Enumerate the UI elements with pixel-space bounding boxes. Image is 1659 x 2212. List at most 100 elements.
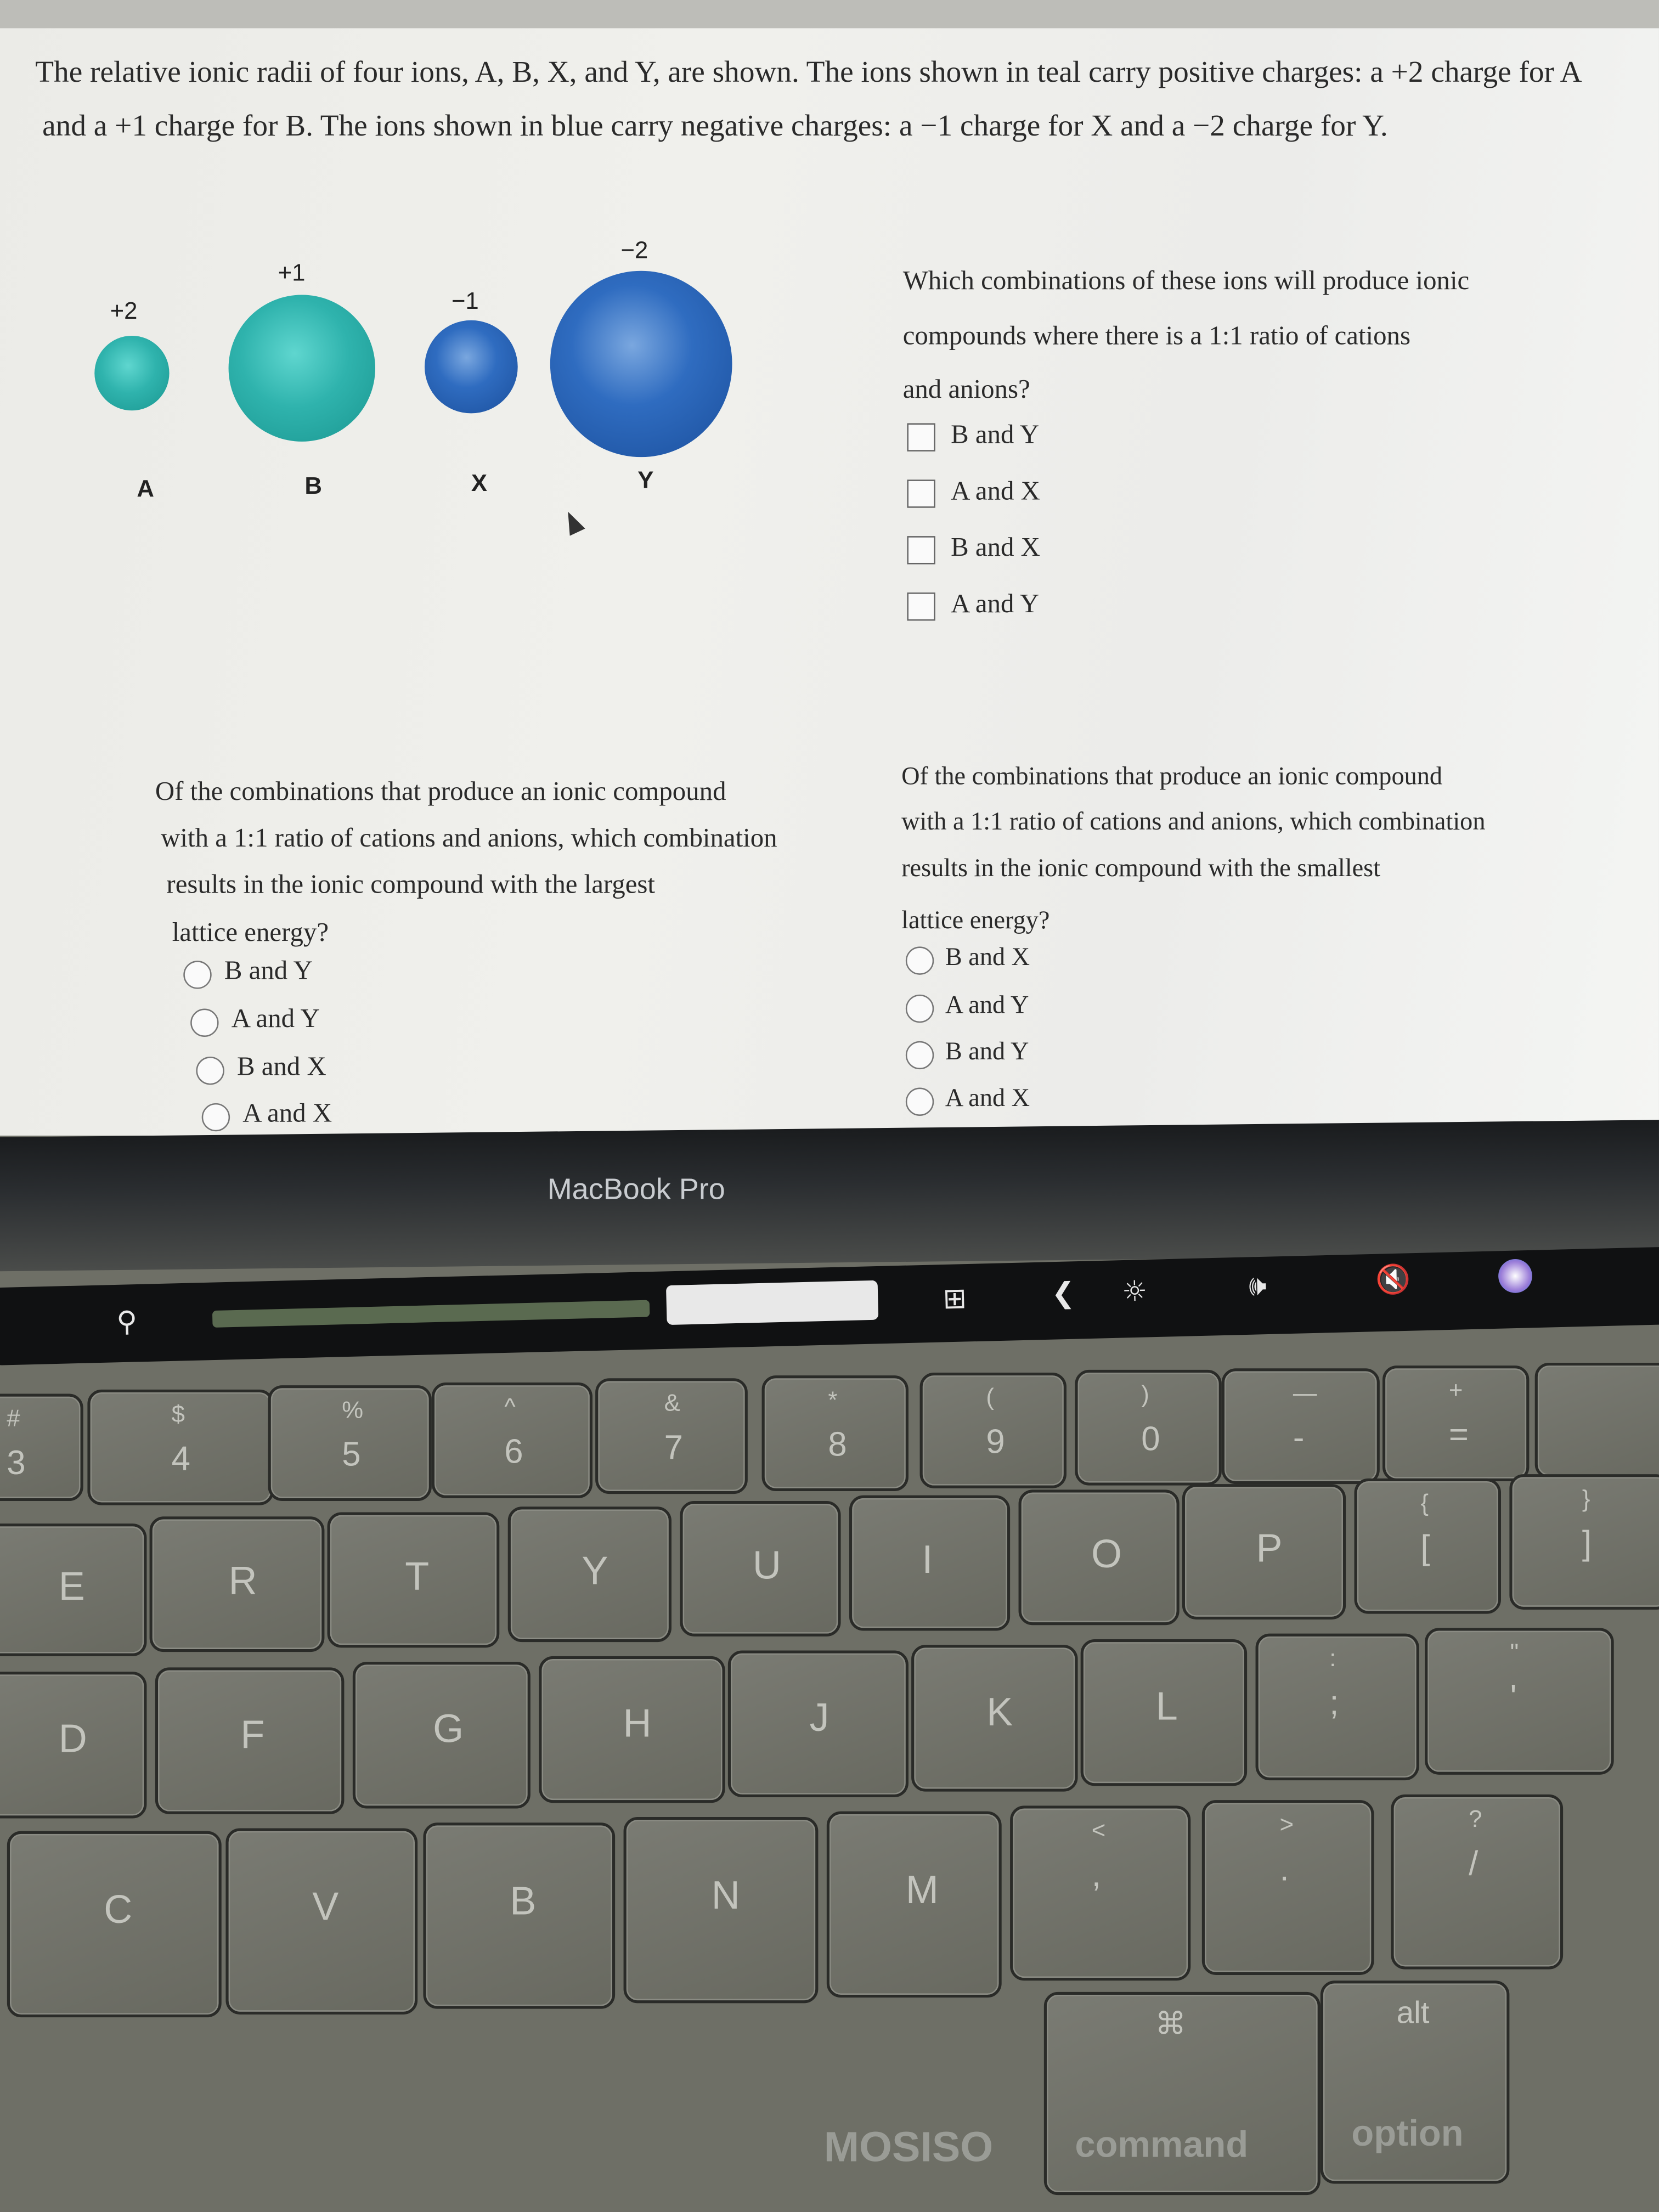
key-6[interactable]: ^ 6 bbox=[431, 1382, 592, 1498]
key-j[interactable]: J bbox=[727, 1650, 909, 1797]
key-4[interactable]: $4 bbox=[87, 1389, 274, 1505]
ion-b-sphere bbox=[228, 295, 375, 442]
checkbox[interactable] bbox=[907, 479, 935, 508]
checkbox[interactable] bbox=[907, 592, 935, 621]
key-0[interactable]: ) 0 bbox=[1075, 1369, 1222, 1486]
radio-button[interactable] bbox=[905, 994, 934, 1023]
key-label: T bbox=[405, 1554, 430, 1598]
key-u[interactable]: U bbox=[680, 1500, 841, 1637]
key-9[interactable]: (9 bbox=[919, 1372, 1066, 1488]
key-8[interactable]: * 8 bbox=[761, 1375, 909, 1491]
volume-icon[interactable]: 🕪 bbox=[1249, 1268, 1267, 1302]
key-x[interactable]: }] bbox=[1509, 1474, 1659, 1610]
key-label: ' bbox=[1510, 1678, 1517, 1717]
key-label: 3 bbox=[7, 1444, 26, 1483]
mute-icon[interactable]: 🔇 bbox=[1375, 1262, 1412, 1296]
key-x[interactable]: {[ bbox=[1354, 1478, 1501, 1614]
key-r[interactable]: R bbox=[149, 1516, 325, 1652]
key-y[interactable]: Y bbox=[507, 1506, 672, 1643]
key-n[interactable]: N bbox=[623, 1816, 819, 2004]
option-label: A and X bbox=[242, 1099, 332, 1129]
q2-line-2: with a 1:1 ratio of cations and anions, … bbox=[161, 823, 777, 854]
key-e[interactable]: E bbox=[0, 1523, 147, 1656]
option-label: B and X bbox=[236, 1052, 326, 1082]
ion-y-sphere bbox=[550, 270, 732, 458]
ion-y-charge: −2 bbox=[620, 236, 648, 264]
chevron-left-icon[interactable]: ❮ bbox=[1051, 1276, 1076, 1310]
key-x[interactable]: <, bbox=[1010, 1805, 1191, 1981]
selected-thumbnail[interactable] bbox=[665, 1280, 879, 1325]
key-label: 9 bbox=[986, 1423, 1005, 1462]
siri-icon[interactable] bbox=[1498, 1259, 1533, 1294]
key-label: . bbox=[1279, 1850, 1289, 1889]
key-x[interactable]: " ' bbox=[1425, 1628, 1614, 1775]
key-shift-label: % bbox=[342, 1396, 364, 1424]
radio-button[interactable] bbox=[183, 961, 212, 989]
screenshot-icon[interactable]: ⊞ bbox=[943, 1281, 967, 1316]
key-option[interactable]: alt option bbox=[1320, 1980, 1510, 2184]
key-v[interactable]: V bbox=[225, 1828, 418, 2015]
key-k[interactable]: K bbox=[911, 1645, 1078, 1792]
option-label: A and X bbox=[951, 477, 1040, 507]
key-label: 7 bbox=[664, 1429, 683, 1468]
key-d[interactable]: D bbox=[0, 1672, 147, 1819]
key-b[interactable]: B bbox=[423, 1822, 616, 2009]
key-shift-label: alt bbox=[1396, 1994, 1430, 2030]
key-command[interactable]: ⌘ command bbox=[1043, 1991, 1321, 2196]
radio-button[interactable] bbox=[196, 1056, 224, 1085]
radio-button[interactable] bbox=[905, 1087, 934, 1116]
key-t[interactable]: T bbox=[327, 1512, 500, 1648]
radio-button[interactable] bbox=[905, 1041, 934, 1070]
q1-line-3: and anions? bbox=[902, 375, 1030, 405]
key-o[interactable]: O bbox=[1018, 1489, 1180, 1626]
ion-a-charge: +2 bbox=[110, 297, 138, 325]
radio-button[interactable] bbox=[905, 946, 934, 975]
key-x[interactable]: — - bbox=[1221, 1368, 1380, 1485]
radio-button[interactable] bbox=[201, 1103, 230, 1132]
key-label: Y bbox=[582, 1548, 608, 1593]
checkbox[interactable] bbox=[907, 423, 935, 452]
key-shift-label: ^ bbox=[504, 1393, 516, 1421]
key-shift-label: $ bbox=[171, 1401, 185, 1428]
key-3[interactable]: #3 bbox=[0, 1393, 83, 1501]
key-label: R bbox=[228, 1558, 257, 1602]
key-label: J bbox=[809, 1695, 830, 1740]
key-shift-label: & bbox=[664, 1389, 680, 1417]
key-label: option bbox=[1351, 2112, 1464, 2154]
key-label: L bbox=[1155, 1684, 1178, 1728]
search-icon[interactable]: ⚲ bbox=[116, 1304, 138, 1339]
brightness-icon[interactable]: ☼ bbox=[1121, 1274, 1148, 1308]
option-label: A and Y bbox=[231, 1004, 320, 1034]
ion-x-sphere bbox=[424, 320, 518, 414]
laptop-bezel bbox=[0, 1120, 1659, 1272]
key-x[interactable]: :; bbox=[1255, 1633, 1419, 1781]
thumbnail-strip[interactable] bbox=[212, 1300, 650, 1328]
key-label: N bbox=[711, 1874, 740, 1918]
key-label: [ bbox=[1420, 1529, 1430, 1567]
key-h[interactable]: H bbox=[539, 1656, 725, 1803]
key-label: 4 bbox=[171, 1440, 191, 1479]
key-label: ] bbox=[1582, 1525, 1592, 1564]
key-x[interactable]: ? / bbox=[1391, 1794, 1564, 1970]
radio-button[interactable] bbox=[190, 1008, 219, 1037]
ion-y-label: Y bbox=[637, 467, 654, 494]
key-c[interactable]: C bbox=[7, 1831, 222, 2018]
ion-a-label: A bbox=[137, 475, 155, 503]
key-x[interactable]: >. bbox=[1201, 1800, 1374, 1975]
key-p[interactable]: P bbox=[1182, 1484, 1346, 1620]
key-x[interactable]: + = bbox=[1382, 1365, 1530, 1481]
key-f[interactable]: F bbox=[155, 1667, 345, 1814]
checkbox[interactable] bbox=[907, 536, 935, 565]
key-5[interactable]: % 5 bbox=[268, 1385, 432, 1501]
key-shift-label: — bbox=[1293, 1379, 1317, 1407]
key-l[interactable]: L bbox=[1080, 1639, 1248, 1786]
key-blank[interactable] bbox=[1534, 1362, 1659, 1479]
q2-line-4: lattice energy? bbox=[172, 918, 329, 948]
key-label: K bbox=[986, 1690, 1013, 1734]
key-7[interactable]: & 7 bbox=[595, 1378, 748, 1494]
key-m[interactable]: M bbox=[826, 1811, 1002, 1998]
key-g[interactable]: G bbox=[352, 1662, 531, 1809]
key-i[interactable]: I bbox=[849, 1495, 1011, 1631]
key-label: G bbox=[433, 1707, 464, 1751]
ion-x-charge: −1 bbox=[451, 287, 479, 315]
